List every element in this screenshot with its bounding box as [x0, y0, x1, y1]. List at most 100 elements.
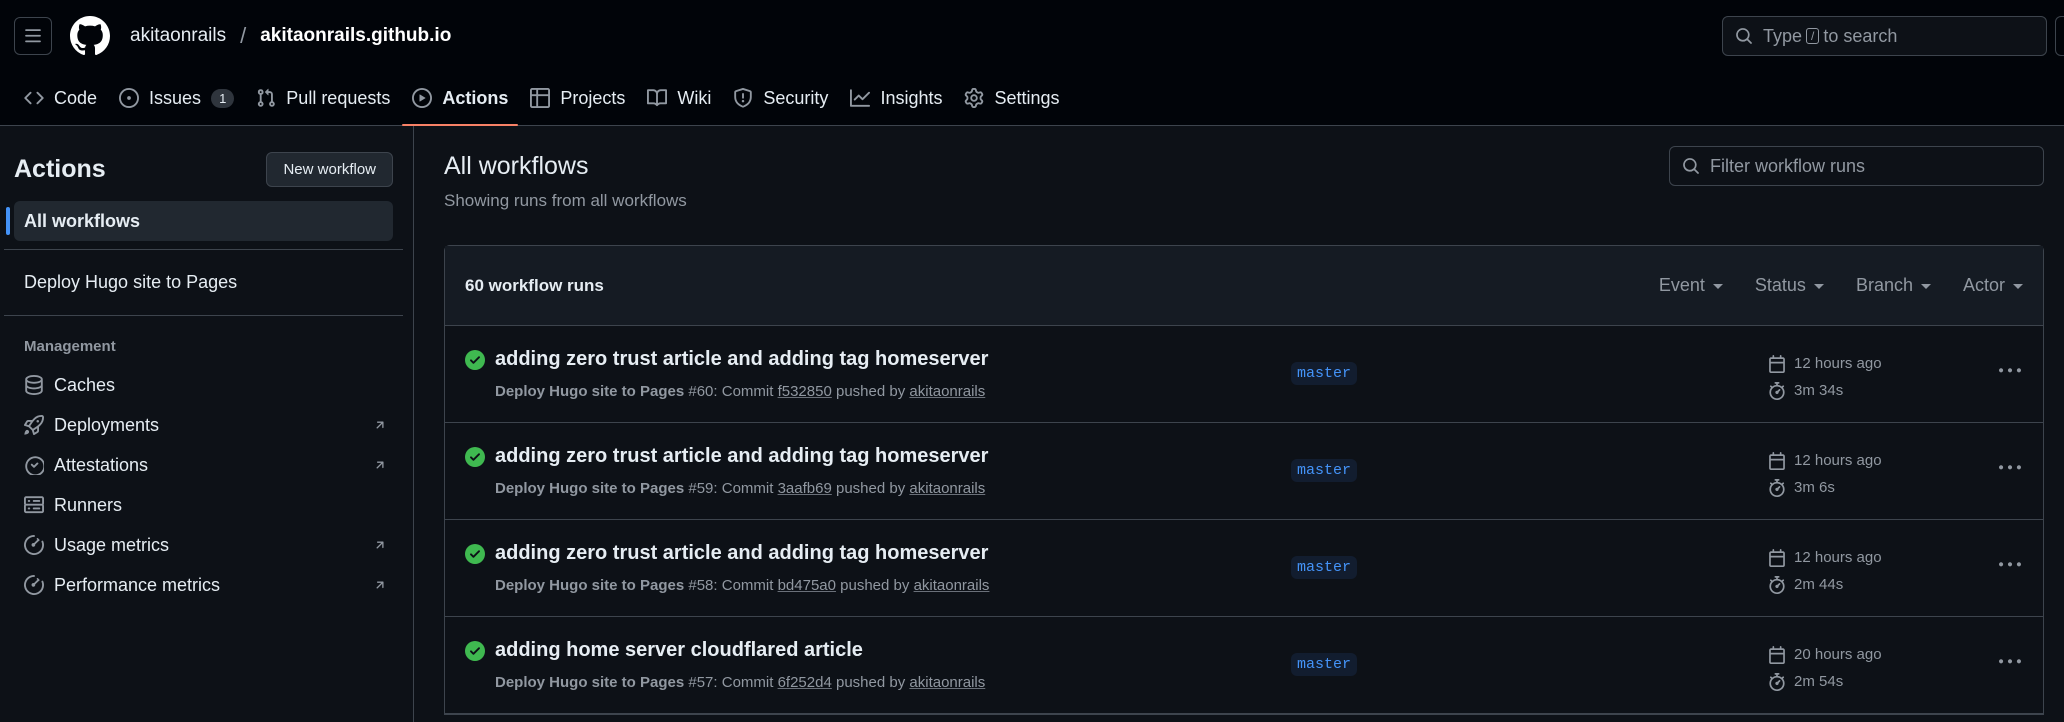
workflow-run-row[interactable]: adding zero trust article and adding tag…: [445, 520, 2043, 617]
git-pull-request-icon: [258, 88, 276, 107]
kebab-horizontal-icon[interactable]: [1999, 360, 2021, 382]
gear-icon: [965, 88, 984, 108]
event-filter-dropdown[interactable]: Event: [1659, 275, 1723, 296]
branch-label[interactable]: master: [1291, 362, 1358, 385]
sidebar-item-deploy-hugo[interactable]: Deploy Hugo site to Pages: [0, 250, 413, 315]
search-placeholder-suffix: to search: [1823, 25, 1898, 46]
workflow-run-row[interactable]: adding zero trust article and adding tag…: [445, 423, 2043, 520]
run-title[interactable]: adding zero trust article and adding tag…: [495, 542, 1291, 565]
search-input[interactable]: Type / to search: [1722, 16, 2047, 56]
sidebar-item-label: Performance metrics: [54, 574, 221, 595]
tab-security[interactable]: Security: [723, 71, 838, 125]
tab-wiki[interactable]: Wiki: [637, 71, 721, 125]
sidebar-item-label: Runners: [54, 494, 123, 515]
calendar-icon: [1769, 451, 1785, 470]
filter-workflow-runs-input[interactable]: Filter workflow runs: [1669, 146, 2044, 186]
chevron-down-icon: [1813, 284, 1824, 289]
kebab-horizontal-icon[interactable]: [1999, 554, 2021, 576]
actor-filter-dropdown[interactable]: Actor: [1963, 275, 2023, 296]
sidebar-item-attestations[interactable]: Attestations: [0, 445, 413, 485]
run-pushed-by: pushed by: [835, 480, 906, 497]
table-icon: [530, 88, 551, 108]
new-workflow-button[interactable]: New workflow: [266, 152, 393, 187]
sidebar-item-performance-metrics[interactable]: Performance metrics: [0, 565, 413, 605]
status-filter-label: Status: [1754, 275, 1806, 295]
run-duration: 2m 44s: [1794, 576, 1844, 593]
sidebar-item-label: Attestations: [54, 454, 149, 475]
check-circle-fill-icon: [465, 641, 485, 661]
branch-label[interactable]: master: [1291, 653, 1358, 676]
workflow-run-row[interactable]: adding home server cloudflared article D…: [445, 617, 2043, 714]
tab-insights[interactable]: Insights: [840, 71, 952, 125]
tab-projects[interactable]: Projects: [520, 71, 635, 125]
calendar-icon: [1769, 548, 1785, 567]
branch-filter-dropdown[interactable]: Branch: [1856, 275, 1931, 296]
run-actor-link[interactable]: akitaonrails: [909, 383, 985, 400]
tab-issues-label: Issues: [149, 87, 202, 108]
tab-actions-label: Actions: [442, 87, 509, 108]
search-icon: [1683, 158, 1699, 174]
repo-nav: Code Issues 1 Pull requests Actions Proj…: [0, 72, 2064, 126]
actor-filter-label: Actor: [1962, 275, 2005, 295]
run-number: #58: Commit: [688, 577, 774, 594]
run-commit-link[interactable]: 6f252d4: [778, 674, 832, 691]
workflow-runs-list: 60 workflow runs Event Status Branch Act…: [444, 245, 2044, 715]
branch-label[interactable]: master: [1291, 459, 1358, 482]
meter-icon: [24, 535, 44, 555]
run-actor-link[interactable]: akitaonrails: [914, 577, 990, 594]
tab-projects-label: Projects: [560, 87, 626, 108]
run-number: #59: Commit: [688, 480, 774, 497]
run-pushed-by: pushed by: [840, 577, 910, 594]
book-icon: [647, 89, 668, 107]
sidebar-item-deployments[interactable]: Deployments: [0, 405, 413, 445]
sidebar-item-caches[interactable]: Caches: [0, 365, 413, 405]
run-commit-link[interactable]: 3aafb69: [778, 480, 832, 497]
run-times: 12 hours ago 3m 34s: [1768, 350, 1882, 404]
sidebar-item-all-workflows[interactable]: All workflows: [6, 201, 393, 241]
run-commit-link[interactable]: f532850: [778, 383, 832, 400]
runs-count: 60 workflow runs: [465, 275, 604, 295]
sidebar-item-label: Usage metrics: [54, 534, 170, 555]
copilot-button[interactable]: [2055, 16, 2064, 56]
hamburger-menu-button[interactable]: [14, 17, 52, 55]
chevron-down-icon: [1920, 284, 1931, 289]
github-logo-icon[interactable]: [70, 16, 110, 56]
run-meta: Deploy Hugo site to Pages #57: Commit 6f…: [495, 674, 1291, 691]
run-actor-link[interactable]: akitaonrails: [909, 674, 985, 691]
run-title[interactable]: adding zero trust article and adding tag…: [495, 445, 1291, 468]
check-circle-fill-icon: [465, 350, 485, 370]
tab-issues[interactable]: Issues 1: [109, 71, 244, 125]
run-title[interactable]: adding home server cloudflared article: [495, 639, 1291, 662]
breadcrumb-repo[interactable]: akitaonrails.github.io: [260, 25, 451, 47]
run-meta: Deploy Hugo site to Pages #58: Commit bd…: [495, 577, 1291, 594]
tab-code-label: Code: [54, 87, 98, 108]
branch-label[interactable]: master: [1291, 556, 1358, 579]
tab-actions[interactable]: Actions: [402, 71, 519, 126]
branch-filter-label: Branch: [1855, 275, 1913, 295]
play-icon: [412, 88, 433, 108]
arrow-up-right-icon: [376, 541, 384, 549]
tab-settings[interactable]: Settings: [954, 71, 1069, 125]
tab-code[interactable]: Code: [14, 71, 107, 125]
status-filter-dropdown[interactable]: Status: [1755, 275, 1824, 296]
run-times: 20 hours ago 2m 54s: [1768, 641, 1882, 695]
run-title[interactable]: adding zero trust article and adding tag…: [495, 348, 1291, 371]
management-heading: Management: [24, 338, 116, 355]
kebab-horizontal-icon[interactable]: [1999, 651, 2021, 673]
run-actor-link[interactable]: akitaonrails: [909, 480, 985, 497]
sidebar-item-usage-metrics[interactable]: Usage metrics: [0, 525, 413, 565]
tab-settings-label: Settings: [994, 87, 1060, 108]
sidebar-item-runners[interactable]: Runners: [0, 485, 413, 525]
workflow-runs-main: All workflows Showing runs from all work…: [414, 126, 2064, 722]
search-shortcut-key: /: [1806, 28, 1820, 44]
stopwatch-icon: [1769, 381, 1785, 400]
run-commit-link[interactable]: bd475a0: [778, 577, 836, 594]
tab-pull-requests[interactable]: Pull requests: [246, 71, 400, 125]
run-meta: Deploy Hugo site to Pages #60: Commit f5…: [495, 383, 1291, 400]
rocket-icon: [24, 415, 44, 435]
breadcrumb-owner[interactable]: akitaonrails: [130, 25, 226, 47]
check-circle-fill-icon: [465, 447, 485, 467]
workflow-run-row[interactable]: adding zero trust article and adding tag…: [445, 326, 2043, 423]
hamburger-icon: [25, 29, 41, 43]
kebab-horizontal-icon[interactable]: [1999, 457, 2021, 479]
